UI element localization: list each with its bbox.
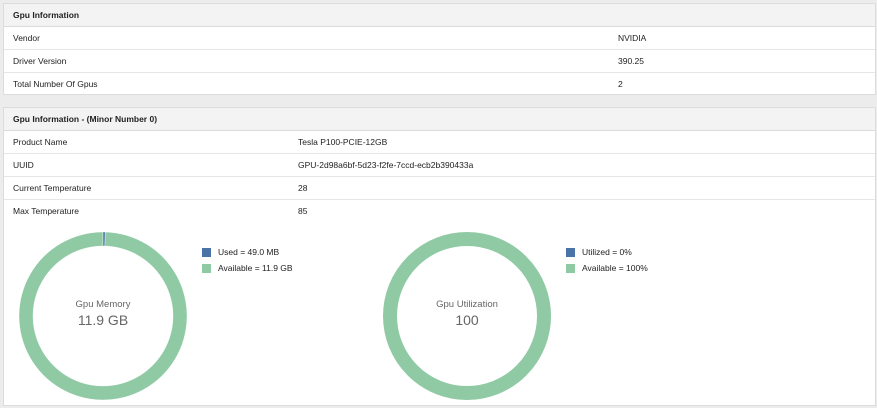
row-value: NVIDIA <box>618 33 647 43</box>
gpu-utilization-center-label: Gpu Utilization 100 <box>382 299 552 328</box>
gpu-utilization-legend: Utilized = 0% Available = 100% <box>566 244 648 276</box>
panel-title: Gpu Information - (Minor Number 0) <box>4 108 875 131</box>
legend-item: Used = 49.0 MB <box>202 244 293 260</box>
chart-title: Gpu Memory <box>75 299 131 310</box>
info-row: Current Temperature 28 <box>4 177 875 200</box>
row-value: 390.25 <box>618 56 644 66</box>
row-label: Driver Version <box>13 56 67 66</box>
gpu-utilization-donut-chart: Gpu Utilization 100 <box>382 231 552 401</box>
info-row: UUID GPU-2d98a6bf-5d23-f2fe-7ccd-ecb2b39… <box>4 154 875 177</box>
row-value: 2 <box>618 79 623 89</box>
row-label: Current Temperature <box>13 183 92 193</box>
info-row: Driver Version 390.25 <box>4 50 875 73</box>
info-row: Product Name Tesla P100-PCIE-12GB <box>4 131 875 154</box>
legend-swatch <box>202 247 211 257</box>
info-row: Vendor NVIDIA <box>4 27 875 50</box>
legend-label: Utilized = 0% <box>582 247 632 257</box>
chart-title: Gpu Utilization <box>436 299 498 310</box>
legend-swatch <box>566 263 575 273</box>
chart-center-value: 100 <box>455 312 479 328</box>
gpu-memory-center-label: Gpu Memory 11.9 GB <box>18 299 188 328</box>
donut-slice-used <box>102 231 106 247</box>
legend-swatch <box>566 247 575 257</box>
info-row: Total Number Of Gpus 2 <box>4 73 875 96</box>
row-label: Total Number Of Gpus <box>13 79 98 89</box>
row-value: 28 <box>298 183 308 193</box>
gpu-memory-donut-chart: Gpu Memory 11.9 GB <box>18 231 188 401</box>
row-label: Product Name <box>13 137 68 147</box>
legend-swatch <box>202 263 211 273</box>
row-label: Max Temperature <box>13 206 79 216</box>
row-label: UUID <box>13 160 34 170</box>
row-label: Vendor <box>13 33 40 43</box>
row-value: 85 <box>298 206 308 216</box>
gpu-information-panel: Gpu Information Vendor NVIDIA Driver Ver… <box>3 3 876 95</box>
gpu-detail-panel: Gpu Information - (Minor Number 0) Produ… <box>3 107 876 406</box>
legend-item: Utilized = 0% <box>566 244 648 260</box>
legend-item: Available = 100% <box>566 260 648 276</box>
gpu-memory-legend: Used = 49.0 MB Available = 11.9 GB <box>202 244 293 276</box>
legend-label: Available = 11.9 GB <box>218 263 293 273</box>
row-value: Tesla P100-PCIE-12GB <box>298 137 388 147</box>
legend-label: Available = 100% <box>582 263 648 273</box>
panel-title: Gpu Information <box>4 4 875 27</box>
legend-item: Available = 11.9 GB <box>202 260 293 276</box>
legend-label: Used = 49.0 MB <box>218 247 280 257</box>
row-value: GPU-2d98a6bf-5d23-f2fe-7ccd-ecb2b390433a <box>298 160 474 170</box>
info-row: Max Temperature 85 <box>4 200 875 223</box>
chart-center-value: 11.9 GB <box>77 312 129 328</box>
